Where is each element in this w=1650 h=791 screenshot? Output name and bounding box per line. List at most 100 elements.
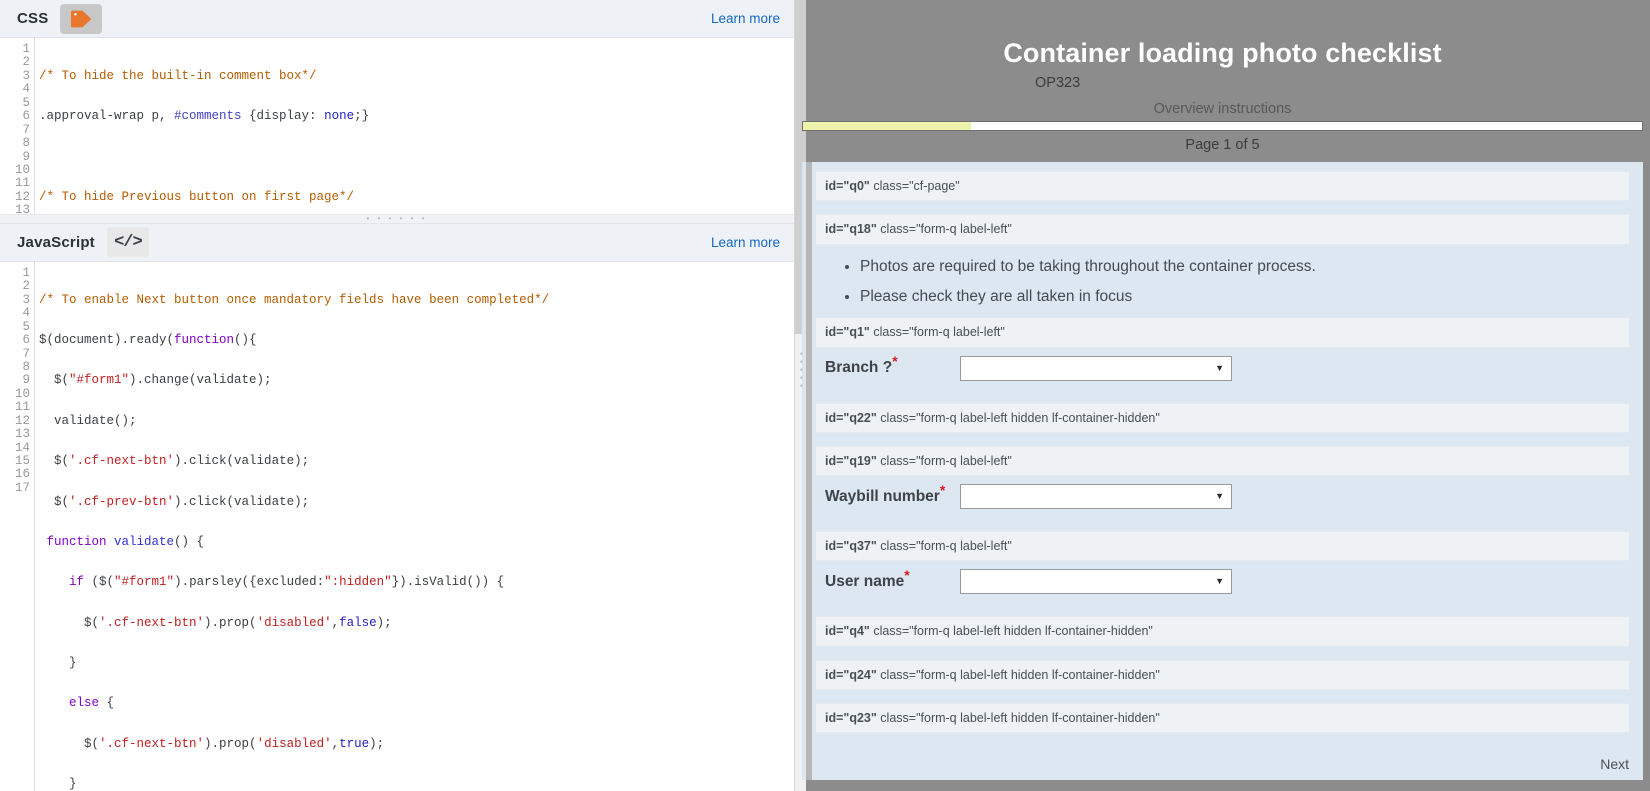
spacer (802, 647, 1643, 660)
js-code-text[interactable]: /* To enable Next button once mandatory … (35, 262, 794, 791)
question-meta: id="q24" class="form-q label-left hidden… (816, 660, 1629, 690)
css-panel-title: CSS (17, 10, 48, 27)
code-line: if ($("#form1").parsley({excluded:":hidd… (39, 576, 794, 589)
js-code-area[interactable]: 12 34 56 78 910 1112 1314 1516 17 /* To … (0, 262, 794, 791)
code-line: $('.cf-next-btn').prop('disabled',false)… (39, 617, 794, 630)
editor-column: CSS Learn more 12 34 56 78 910 1112 (0, 0, 795, 791)
question-meta: id="q23" class="form-q label-left hidden… (816, 703, 1629, 733)
branch-select[interactable]: ▼ (960, 356, 1232, 381)
progress-bar (802, 121, 1643, 131)
question-id: id="q23" (825, 711, 877, 725)
panel-resize-handle[interactable]: • • • • • • (0, 214, 794, 224)
css-code-area[interactable]: 12 34 56 78 910 1112 1314 15 /* To hide … (0, 38, 794, 214)
form-card-footer: Next (1600, 756, 1629, 774)
form-card-scrollbar[interactable]: ••••• (806, 162, 812, 780)
question-class: class="form-q label-left" (880, 454, 1012, 468)
question-block-q0: id="q0" class="cf-page" (816, 171, 1629, 201)
app-root: CSS Learn more 12 34 56 78 910 1112 (0, 0, 1650, 791)
question-block-q23: id="q23" class="form-q label-left hidden… (816, 703, 1629, 733)
question-meta: id="q4" class="form-q label-left hidden … (816, 616, 1629, 646)
field-row-branch: Branch ?* ▼ (816, 348, 1629, 390)
question-class: class="form-q label-left" (880, 539, 1012, 553)
code-line: /* To hide the built-in comment box*/ (39, 70, 794, 83)
list-item: Photos are required to be taking through… (860, 257, 1629, 276)
code-line: } (39, 778, 794, 791)
question-id: id="q0" (825, 179, 870, 193)
code-line: function validate() { (39, 536, 794, 549)
code-line: $("#form1").change(validate); (39, 374, 794, 387)
question-class: class="form-q label-left" (880, 222, 1012, 236)
progress-label: Overview instructions (802, 101, 1643, 117)
field-row-username: User name* ▼ (816, 561, 1629, 603)
spacer (802, 390, 1643, 403)
question-block-q19: id="q19" class="form-q label-left" Waybi… (816, 446, 1629, 518)
question-id: id="q24" (825, 668, 877, 682)
code-line (39, 151, 794, 164)
question-block-q37: id="q37" class="form-q label-left" User … (816, 531, 1629, 603)
js-panel-title: JavaScript (17, 234, 95, 251)
code-line: /* To enable Next button once mandatory … (39, 294, 794, 307)
question-block-q4: id="q4" class="form-q label-left hidden … (816, 616, 1629, 646)
question-meta: id="q0" class="cf-page" (816, 171, 1629, 201)
chevron-down-icon: ▼ (1215, 577, 1224, 586)
question-class: class="cf-page" (873, 179, 959, 193)
question-meta: id="q18" class="form-q label-left" (816, 214, 1629, 244)
form-card: ••••• id="q0" class="cf-page" id="q18" c… (802, 162, 1643, 780)
question-class: class="form-q label-left hidden lf-conta… (880, 411, 1160, 425)
js-panel-header: JavaScript </> Learn more (0, 224, 794, 262)
code-line: $('.cf-next-btn').click(validate); (39, 455, 794, 468)
instruction-list: Photos are required to be taking through… (816, 257, 1629, 307)
code-brackets-icon: </> (107, 227, 149, 257)
list-item: Please check they are all taken in focus (860, 287, 1629, 306)
next-button[interactable]: Next (1600, 756, 1629, 772)
code-line: $('.cf-prev-btn').click(validate); (39, 496, 794, 509)
js-learn-more-link[interactable]: Learn more (711, 235, 780, 250)
question-block-q22: id="q22" class="form-q label-left hidden… (816, 403, 1629, 433)
css-learn-more-link[interactable]: Learn more (711, 11, 780, 26)
form-header: Container loading photo checklist OP323 (795, 0, 1650, 91)
progress-bar-fill (803, 122, 971, 130)
question-block-q24: id="q24" class="form-q label-left hidden… (816, 660, 1629, 690)
field-row-waybill: Waybill number* ▼ (816, 476, 1629, 518)
question-id: id="q18" (825, 222, 877, 236)
user-name-select[interactable]: ▼ (960, 569, 1232, 594)
question-meta: id="q1" class="form-q label-left" (816, 317, 1629, 347)
js-line-number-gutter: 12 34 56 78 910 1112 1314 1516 17 (0, 262, 35, 791)
code-line: validate(); (39, 415, 794, 428)
question-block-q1: id="q1" class="form-q label-left" Branch… (816, 317, 1629, 389)
spacer (802, 433, 1643, 446)
code-line: } (39, 657, 794, 670)
chevron-down-icon: ▼ (1215, 492, 1224, 501)
question-meta: id="q22" class="form-q label-left hidden… (816, 403, 1629, 433)
question-class: class="form-q label-left hidden lf-conta… (880, 711, 1160, 725)
grip-dots-icon: • • • • • • (367, 216, 428, 222)
code-line: .approval-wrap p, #comments {display: no… (39, 110, 794, 123)
required-asterisk: * (892, 353, 897, 369)
field-label-branch: Branch ?* (816, 359, 960, 377)
code-line: $(document).ready(function(){ (39, 334, 794, 347)
form-preview-pane: Container loading photo checklist OP323 … (795, 0, 1650, 791)
required-asterisk: * (940, 481, 945, 497)
css-editor-panel: CSS Learn more 12 34 56 78 910 1112 (0, 0, 794, 214)
question-id: id="q37" (825, 539, 877, 553)
question-id: id="q22" (825, 411, 877, 425)
field-label-username: User name* (816, 573, 960, 591)
question-meta: id="q37" class="form-q label-left" (816, 531, 1629, 561)
spacer (802, 603, 1643, 616)
css-code-text[interactable]: /* To hide the built-in comment box*/ .a… (35, 38, 794, 214)
page-title: Container loading photo checklist (795, 38, 1650, 69)
spacer (802, 690, 1643, 703)
javascript-editor-panel: JavaScript </> Learn more 12 34 56 78 91… (0, 224, 794, 791)
waybill-number-select[interactable]: ▼ (960, 484, 1232, 509)
spacer (802, 518, 1643, 531)
code-line: else { (39, 697, 794, 710)
tag-icon (60, 4, 102, 34)
spacer (802, 201, 1643, 214)
question-block-q18: id="q18" class="form-q label-left" Photo… (816, 214, 1629, 306)
field-label-waybill: Waybill number* (816, 488, 960, 506)
code-line: /* To hide Previous button on first page… (39, 191, 794, 204)
form-reference-code: OP323 (795, 75, 1650, 91)
question-id: id="q1" (825, 325, 870, 339)
css-line-number-gutter: 12 34 56 78 910 1112 1314 15 (0, 38, 35, 214)
page-indicator: Page 1 of 5 (802, 137, 1643, 153)
